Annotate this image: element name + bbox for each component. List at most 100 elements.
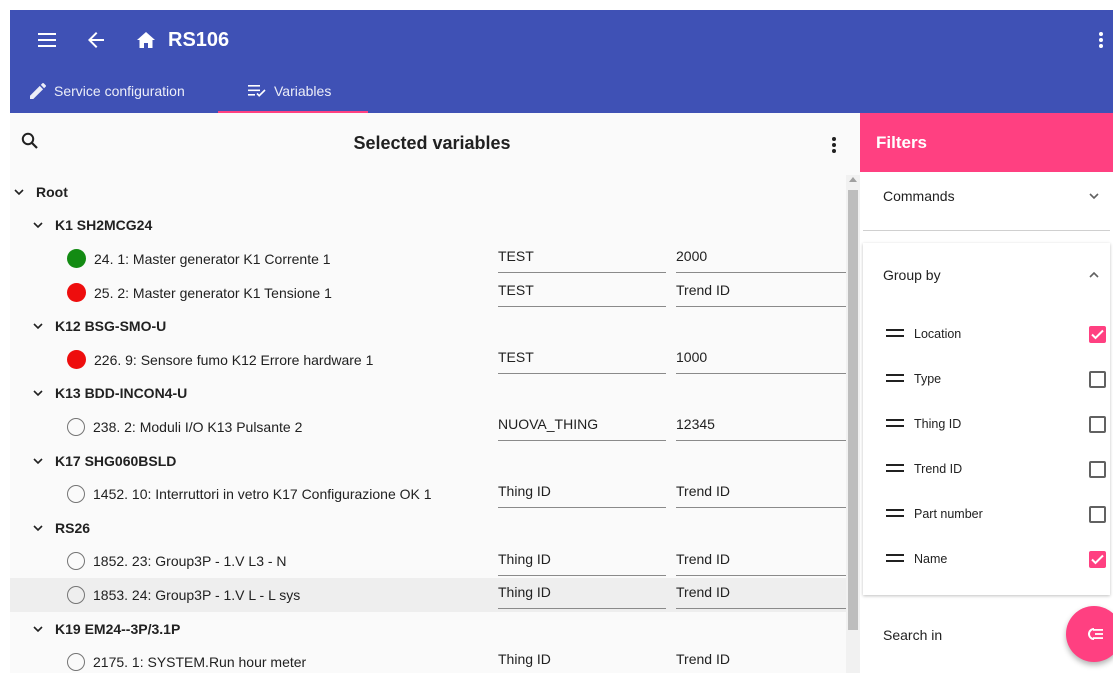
checkbox[interactable] xyxy=(1089,505,1106,523)
thing-id-field[interactable]: TEST xyxy=(498,279,666,307)
group-by-expander[interactable]: Group by xyxy=(863,251,1110,299)
tree-group-label: K12 BSG-SMO-U xyxy=(55,318,167,335)
tree-group[interactable]: K19 EM24--3P/3.1P xyxy=(10,612,846,646)
status-empty-icon xyxy=(67,417,85,436)
chevron-down-icon[interactable] xyxy=(31,386,45,400)
more-vert-icon[interactable] xyxy=(822,133,846,157)
menu-icon[interactable] xyxy=(35,28,59,52)
tab-variables[interactable]: Variables xyxy=(218,68,368,113)
thing-id-field[interactable]: Thing ID xyxy=(498,581,666,610)
chevron-down-icon[interactable] xyxy=(12,185,26,199)
group-by-item-label: Name xyxy=(914,552,948,566)
group-by-label: Group by xyxy=(883,267,941,283)
drag-handle-icon[interactable] xyxy=(886,329,904,339)
search-in-label: Search in xyxy=(883,627,943,643)
status-red-icon xyxy=(67,283,86,303)
thing-id-field[interactable]: NUOVA_THING xyxy=(498,413,666,442)
variable-row[interactable]: 1852. 23: Group3P - 1.V L3 - N Thing ID Tr… xyxy=(10,545,846,579)
chevron-down-icon[interactable] xyxy=(31,319,45,333)
tree-root-label: Root xyxy=(36,183,68,200)
home-icon[interactable] xyxy=(134,28,158,52)
list-check-icon xyxy=(248,84,266,97)
trend-id-field[interactable]: Trend ID xyxy=(676,581,846,610)
drag-handle-icon[interactable] xyxy=(886,554,904,564)
group-by-item: Type xyxy=(886,368,1106,390)
tab-label: Variables xyxy=(274,82,332,99)
tree-group[interactable]: RS26 xyxy=(10,511,846,545)
more-vert-icon[interactable] xyxy=(1093,28,1109,52)
status-empty-icon xyxy=(67,485,85,504)
group-by-item: Trend ID xyxy=(886,458,1106,480)
scroll-up-arrow-icon[interactable] xyxy=(849,177,857,182)
tree-group[interactable]: K17 SHG060BSLD xyxy=(10,444,846,478)
group-by-item: Location xyxy=(886,323,1106,345)
status-green-icon xyxy=(67,249,86,269)
trend-id-field[interactable]: Trend ID xyxy=(676,480,846,509)
group-by-section: Group by Location Type Thing ID Trend ID Par… xyxy=(863,243,1110,595)
variable-label: 1452. 10: Interruttori in vetro K17 Conf… xyxy=(93,486,432,503)
variable-row[interactable]: 2175. 1: SYSTEM.Run hour meter Thing ID Tr… xyxy=(10,645,846,673)
tree-group-label: RS26 xyxy=(55,519,91,536)
group-by-item: Part number xyxy=(886,503,1106,525)
variable-row[interactable]: 1452. 10: Interruttori in vetro K17 Conf… xyxy=(10,477,846,511)
drag-handle-icon[interactable] xyxy=(886,464,904,474)
tree-group-label: K19 EM24--3P/3.1P xyxy=(55,620,181,637)
thing-id-field[interactable]: TEST xyxy=(498,245,666,274)
status-empty-icon xyxy=(67,653,85,672)
variable-label: 1853. 24: Group3P - 1.V L - L sys xyxy=(93,586,301,603)
drag-handle-icon[interactable] xyxy=(886,509,904,519)
trend-id-field[interactable]: Trend ID xyxy=(676,279,846,307)
chevron-down-icon[interactable] xyxy=(31,454,45,468)
tab-service-configuration[interactable]: Service configuration xyxy=(10,68,218,113)
variable-label: 1852. 23: Group3P - 1.V L3 - N xyxy=(93,553,287,570)
tab-label: Service configuration xyxy=(54,82,185,99)
filter-fab-button[interactable] xyxy=(1066,606,1113,662)
checkbox[interactable] xyxy=(1089,415,1106,433)
thing-id-field[interactable]: Thing ID xyxy=(498,480,666,509)
trend-id-field[interactable]: Trend ID xyxy=(676,648,846,673)
trend-id-field[interactable]: 2000 xyxy=(676,245,846,274)
variable-row[interactable]: 24. 1: Master generator K1 Corrente 1 TES… xyxy=(10,242,846,276)
tree-root[interactable]: Root xyxy=(10,175,846,209)
checkbox[interactable] xyxy=(1089,325,1106,343)
trend-id-field[interactable]: Trend ID xyxy=(676,548,846,576)
back-arrow-icon[interactable] xyxy=(84,28,108,52)
variable-row[interactable]: 238. 2: Moduli I/O K13 Pulsante 2 NUOVA_T… xyxy=(10,410,846,444)
variable-label: 226. 9: Sensore fumo K12 Errore hardware… xyxy=(94,351,374,368)
status-red-icon xyxy=(67,350,86,370)
drag-handle-icon[interactable] xyxy=(886,374,904,384)
variable-row[interactable]: 226. 9: Sensore fumo K12 Errore hardware… xyxy=(10,343,846,377)
chevron-down-icon[interactable] xyxy=(31,521,45,535)
variable-row[interactable]: 25. 2: Master generator K1 Tensione 1 TES… xyxy=(10,276,846,310)
panel-title: Selected variables xyxy=(353,133,511,153)
commands-label: Commands xyxy=(883,188,955,204)
checkbox[interactable] xyxy=(1089,550,1106,568)
app-window: RS106 Service configuration Variables Se… xyxy=(10,10,1113,673)
scrollbar[interactable] xyxy=(846,175,860,673)
panel-header: Selected variables xyxy=(10,113,860,173)
page-margin xyxy=(0,0,10,673)
chevron-down-icon[interactable] xyxy=(31,622,45,636)
thing-id-field[interactable]: TEST xyxy=(498,346,666,374)
top-app-bar: RS106 Service configuration Variables xyxy=(10,10,1113,113)
thing-id-field[interactable]: Thing ID xyxy=(498,648,666,673)
tree-group[interactable]: K12 BSG-SMO-U xyxy=(10,309,846,343)
divider xyxy=(863,230,1110,231)
trend-id-field[interactable]: 12345 xyxy=(676,413,846,442)
commands-expander[interactable]: Commands xyxy=(863,172,1110,220)
variable-label: 2175. 1: SYSTEM.Run hour meter xyxy=(93,654,307,671)
chevron-down-icon[interactable] xyxy=(31,218,45,232)
variable-row[interactable]: 1853. 24: Group3P - 1.V L - L sys Thing I… xyxy=(10,578,846,612)
tab-bar: Service configuration Variables xyxy=(10,68,368,113)
drag-handle-icon[interactable] xyxy=(886,419,904,429)
trend-id-field[interactable]: 1000 xyxy=(676,346,846,374)
scroll-thumb[interactable] xyxy=(848,190,858,630)
group-by-item-label: Part number xyxy=(914,507,983,521)
checkbox[interactable] xyxy=(1089,460,1106,478)
tree-group[interactable]: K13 BDD-INCON4-U xyxy=(10,377,846,411)
thing-id-field[interactable]: Thing ID xyxy=(498,548,666,576)
tree-group[interactable]: K1 SH2MCG24 xyxy=(10,209,846,243)
checkbox[interactable] xyxy=(1089,370,1106,388)
app-title: RS106 xyxy=(168,29,230,51)
tree-group-label: K1 SH2MCG24 xyxy=(55,217,153,234)
